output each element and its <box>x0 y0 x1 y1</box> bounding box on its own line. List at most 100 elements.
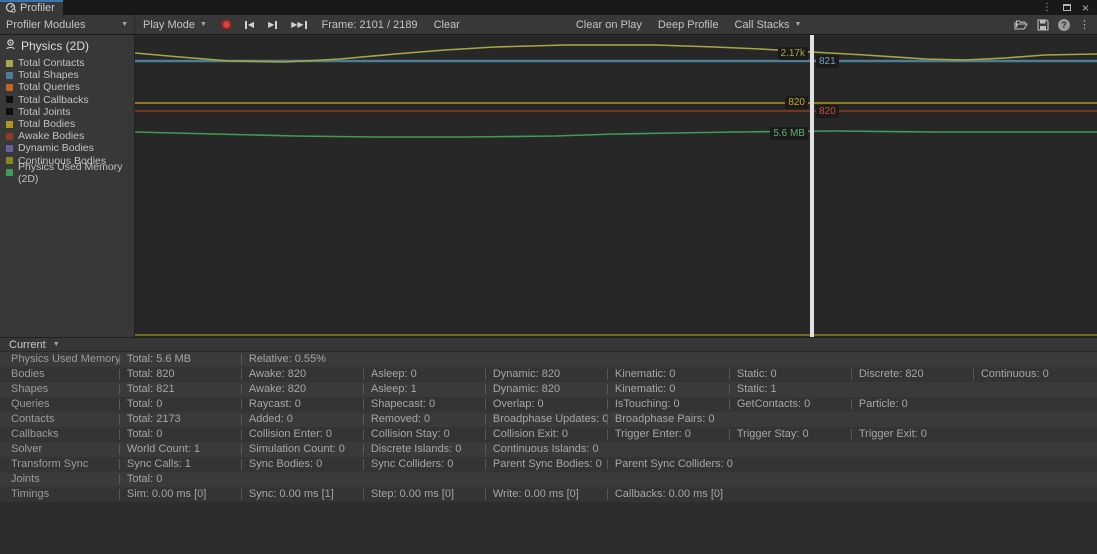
stats-row-label: Queries <box>0 397 118 412</box>
stats-cell: |Awake: 820 <box>240 367 362 382</box>
context-menu-icon[interactable]: ⋮ <box>1079 18 1090 31</box>
load-profile-folder-icon[interactable] <box>1014 19 1028 31</box>
legend-item[interactable]: Total Contacts <box>6 57 134 69</box>
stats-cell: |Trigger Stay: 0 <box>728 427 850 442</box>
stats-cell: |Sync Bodies: 0 <box>240 457 362 472</box>
legend-label: Dynamic Bodies <box>18 142 94 154</box>
deep-profile-toggle[interactable]: Deep Profile <box>650 15 727 34</box>
stats-cell: |GetContacts: 0 <box>728 397 850 412</box>
stats-row-label: Physics Used Memory <box>0 352 118 367</box>
stats-cell: |Static: 0 <box>728 367 850 382</box>
stats-cell: |Sync Colliders: 0 <box>362 457 484 472</box>
legend-swatch-icon <box>6 169 13 176</box>
chevron-down-icon: ▼ <box>121 21 128 28</box>
legend-item[interactable]: Total Shapes <box>6 69 134 81</box>
frame-playhead[interactable] <box>810 35 814 337</box>
maximize-icon[interactable] <box>1063 4 1071 11</box>
chart-value-label: 820 <box>785 96 808 109</box>
stats-cell: |Total: 0 <box>118 427 240 442</box>
clear-on-play-toggle[interactable]: Clear on Play <box>568 15 650 34</box>
legend-swatch-icon <box>6 96 13 103</box>
legend-label: Total Contacts <box>18 57 85 69</box>
stats-cell: |Awake: 820 <box>240 382 362 397</box>
stats-row-label: Transform Sync <box>0 457 118 472</box>
window-controls: ⋮ × <box>1042 0 1097 15</box>
stats-cell: |Added: 0 <box>240 412 362 427</box>
legend-label: Total Joints <box>18 106 71 118</box>
stats-cell: |Total: 0 <box>118 397 240 412</box>
stats-row: Transform Sync|Sync Calls: 1|Sync Bodies… <box>0 457 1097 472</box>
chevron-down-icon[interactable]: ▼ <box>53 341 60 348</box>
legend-item[interactable]: Total Bodies <box>6 118 134 130</box>
first-frame-button[interactable]: ◀ <box>238 15 261 34</box>
legend-item[interactable]: Awake Bodies <box>6 130 134 142</box>
legend-item[interactable]: Total Joints <box>6 106 134 118</box>
frame-counter: Frame: 2101 / 2189 <box>314 15 426 34</box>
play-mode-label: Play Mode <box>143 19 195 31</box>
current-frame-button[interactable]: ▶▶ <box>284 15 313 34</box>
clear-button[interactable]: Clear <box>426 15 468 34</box>
stats-cell: |Callbacks: 0.00 ms [0] <box>606 487 728 502</box>
legend-item[interactable]: Total Queries <box>6 81 134 93</box>
current-dropdown[interactable]: Current <box>9 339 46 351</box>
legend-item[interactable]: Dynamic Bodies <box>6 142 134 154</box>
stats-cell: |Sync: 0.00 ms [1] <box>240 487 362 502</box>
play-mode-dropdown[interactable]: Play Mode ▼ <box>135 15 215 34</box>
legend-label: Awake Bodies <box>18 130 84 142</box>
legend-label: Total Queries <box>18 81 80 93</box>
legend-label: Physics Used Memory (2D) <box>18 161 134 185</box>
tab-profiler[interactable]: Profiler <box>0 0 63 15</box>
stats-cell: |Collision Enter: 0 <box>240 427 362 442</box>
call-stacks-dropdown[interactable]: Call Stacks ▼ <box>726 15 809 34</box>
tab-title: Profiler <box>20 2 55 14</box>
chart-value-label: 820 <box>816 105 839 118</box>
zero-baseline <box>135 334 1097 336</box>
stats-cell: |Trigger Enter: 0 <box>606 427 728 442</box>
help-icon[interactable]: ? <box>1058 19 1070 31</box>
stats-cell: |Sync Calls: 1 <box>118 457 240 472</box>
stats-cell: |Collision Stay: 0 <box>362 427 484 442</box>
record-button[interactable] <box>215 15 238 34</box>
chevron-down-icon: ▼ <box>200 21 207 28</box>
chevron-down-icon: ▼ <box>794 21 801 28</box>
stats-row-label: Joints <box>0 472 118 487</box>
stats-row: Physics Used Memory|Total: 5.6 MB|Relati… <box>0 352 1097 367</box>
stats-cell: |Raycast: 0 <box>240 397 362 412</box>
module-header-physics2d[interactable]: Physics (2D) <box>0 35 134 57</box>
legend-swatch-icon <box>6 108 13 115</box>
next-frame-button[interactable]: ▶ <box>261 15 284 34</box>
stats-row-label: Shapes <box>0 382 118 397</box>
legend-swatch-icon <box>6 145 13 152</box>
physics-chart-area[interactable]: 2.17k8218208205.6 MB <box>135 35 1097 337</box>
profiler-main: Physics (2D) Total ContactsTotal ShapesT… <box>0 35 1097 337</box>
stats-row: Joints|Total: 0 <box>0 472 1097 487</box>
stats-cell: |Collision Exit: 0 <box>484 427 606 442</box>
stats-cell: |Shapecast: 0 <box>362 397 484 412</box>
stats-row: Timings|Sim: 0.00 ms [0]|Sync: 0.00 ms [… <box>0 487 1097 502</box>
profiler-window: Profiler ⋮ × Profiler Modules ▼ Play Mod… <box>0 0 1097 554</box>
chart-value-label: 2.17k <box>778 47 808 60</box>
chart-legend: Total ContactsTotal ShapesTotal QueriesT… <box>0 57 134 179</box>
save-profile-disk-icon[interactable] <box>1037 19 1049 31</box>
stats-cell: |Write: 0.00 ms [0] <box>484 487 606 502</box>
legend-swatch-icon <box>6 157 13 164</box>
legend-item[interactable]: Total Callbacks <box>6 94 134 106</box>
legend-swatch-icon <box>6 121 13 128</box>
stats-cell: |Discrete Islands: 0 <box>362 442 484 457</box>
close-icon[interactable]: × <box>1082 2 1089 14</box>
active-tab-accent <box>0 0 63 2</box>
legend-item[interactable]: Physics Used Memory (2D) <box>6 167 134 179</box>
stats-cell: |Parent Sync Colliders: 0 <box>606 457 728 472</box>
profiler-modules-dropdown[interactable]: Profiler Modules ▼ <box>0 15 135 34</box>
stats-cell: |IsTouching: 0 <box>606 397 728 412</box>
physics-stats-table: Physics Used Memory|Total: 5.6 MB|Relati… <box>0 352 1097 502</box>
stats-row-label: Timings <box>0 487 118 502</box>
stats-row-label: Callbacks <box>0 427 118 442</box>
legend-swatch-icon <box>6 84 13 91</box>
stats-cell: |Sim: 0.00 ms [0] <box>118 487 240 502</box>
stats-row: Callbacks|Total: 0|Collision Enter: 0|Co… <box>0 427 1097 442</box>
stats-cell: |Simulation Count: 0 <box>240 442 362 457</box>
chart-value-label: 5.6 MB <box>770 127 808 140</box>
stats-cell: |Total: 5.6 MB <box>118 352 240 367</box>
window-menu-icon[interactable]: ⋮ <box>1042 2 1052 13</box>
